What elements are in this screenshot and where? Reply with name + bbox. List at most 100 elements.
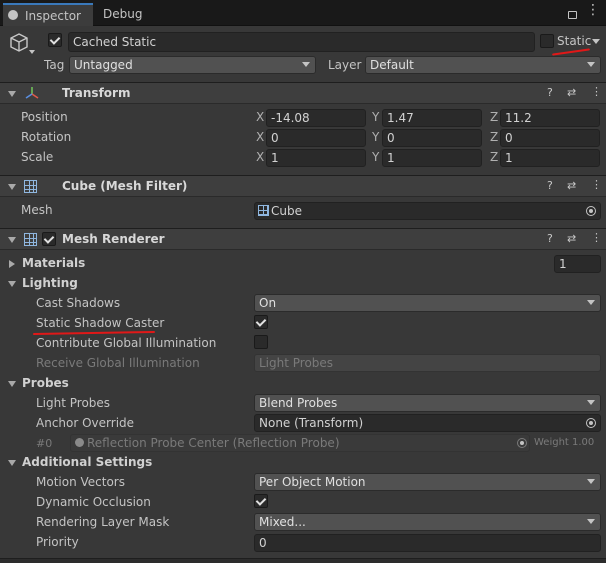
more-options-icon[interactable]: ⋮ bbox=[586, 3, 600, 17]
receive-gi-dropdown: Light Probes bbox=[254, 354, 601, 372]
static-checkbox[interactable] bbox=[540, 34, 554, 48]
component-menu-icon[interactable]: ⋮ bbox=[591, 85, 602, 98]
mesh-filter-icon bbox=[24, 180, 37, 193]
anchor-override-value: None (Transform) bbox=[259, 416, 364, 430]
receive-gi-label: Receive Global Illumination bbox=[36, 356, 200, 370]
mesh-object-field[interactable]: Cube bbox=[254, 202, 601, 220]
priority-field[interactable]: 0 bbox=[254, 534, 601, 552]
rotation-z-field[interactable]: 0 bbox=[500, 129, 600, 147]
mesh-renderer-title: Mesh Renderer bbox=[62, 232, 165, 246]
layer-label: Layer bbox=[328, 58, 362, 72]
rotation-x-label: X bbox=[256, 130, 265, 144]
materials-foldout-icon[interactable] bbox=[9, 260, 15, 268]
mesh-renderer-header[interactable]: Mesh Renderer ? ⇄ ⋮ bbox=[0, 228, 606, 250]
presets-icon[interactable]: ⇄ bbox=[567, 232, 576, 245]
scale-x-field[interactable]: 1 bbox=[266, 149, 366, 167]
position-label: Position bbox=[21, 110, 68, 124]
mesh-filter-foldout-icon[interactable] bbox=[8, 184, 16, 190]
lighting-label[interactable]: Lighting bbox=[22, 276, 78, 290]
scale-label: Scale bbox=[21, 150, 54, 164]
icon-dropdown-arrow[interactable] bbox=[29, 50, 35, 54]
motion-vectors-dropdown[interactable]: Per Object Motion bbox=[254, 473, 601, 491]
component-menu-icon[interactable]: ⋮ bbox=[591, 178, 602, 191]
position-x-label: X bbox=[256, 110, 265, 124]
cast-shadows-dropdown[interactable]: On bbox=[254, 294, 601, 312]
additional-settings-label[interactable]: Additional Settings bbox=[22, 455, 152, 469]
static-label[interactable]: Static bbox=[557, 34, 591, 48]
light-probes-dropdown[interactable]: Blend Probes bbox=[254, 394, 601, 412]
rotation-y-field[interactable]: 0 bbox=[382, 129, 482, 147]
mesh-renderer-enabled-checkbox[interactable] bbox=[42, 232, 56, 246]
scale-y-label: Y bbox=[372, 150, 380, 164]
static-shadow-caster-checkbox[interactable] bbox=[254, 315, 268, 329]
help-icon[interactable]: ? bbox=[547, 179, 553, 192]
transform-foldout-icon[interactable] bbox=[8, 91, 16, 97]
presets-icon[interactable]: ⇄ bbox=[567, 86, 576, 99]
contribute-gi-label: Contribute Global Illumination bbox=[36, 336, 217, 350]
object-picker-icon[interactable] bbox=[586, 206, 596, 216]
annotation-underline-static-shadow-caster bbox=[32, 330, 156, 336]
lock-icon[interactable] bbox=[568, 11, 577, 19]
scale-z-field[interactable]: 1 bbox=[500, 149, 600, 167]
dynamic-occlusion-checkbox[interactable] bbox=[254, 494, 268, 508]
mesh-asset-icon bbox=[258, 205, 269, 216]
probes-label[interactable]: Probes bbox=[22, 376, 69, 390]
tab-inspector-label: Inspector bbox=[25, 9, 81, 23]
object-active-checkbox[interactable] bbox=[48, 33, 62, 47]
rendering-layer-mask-dropdown[interactable]: Mixed... bbox=[254, 513, 601, 531]
position-x-field[interactable]: -14.08 bbox=[266, 109, 366, 127]
contribute-gi-checkbox[interactable] bbox=[254, 335, 268, 349]
mesh-value: Cube bbox=[271, 204, 302, 218]
reflection-probe-field: Reflection Probe Center (Reflection Prob… bbox=[70, 434, 530, 452]
mesh-filter-title: Cube (Mesh Filter) bbox=[62, 179, 188, 193]
motion-vectors-label: Motion Vectors bbox=[36, 475, 125, 489]
tab-debug[interactable]: Debug bbox=[100, 3, 160, 26]
transform-title: Transform bbox=[62, 86, 131, 100]
static-shadow-caster-label: Static Shadow Caster bbox=[36, 316, 165, 330]
cast-shadows-label: Cast Shadows bbox=[36, 296, 121, 310]
mesh-filter-header[interactable]: Cube (Mesh Filter) ? ⇄ ⋮ bbox=[0, 175, 606, 197]
materials-label[interactable]: Materials bbox=[22, 256, 85, 270]
object-picker-icon[interactable] bbox=[586, 418, 596, 428]
position-z-field[interactable]: 11.2 bbox=[500, 109, 600, 127]
probe-index-label: #0 bbox=[36, 437, 53, 450]
mesh-label: Mesh bbox=[21, 203, 53, 217]
presets-icon[interactable]: ⇄ bbox=[567, 179, 576, 192]
mesh-renderer-foldout-icon[interactable] bbox=[8, 237, 16, 243]
additional-settings-foldout-icon[interactable] bbox=[8, 460, 16, 466]
position-z-label: Z bbox=[490, 110, 499, 124]
tab-inspector[interactable]: Inspector bbox=[3, 3, 93, 26]
light-probes-label: Light Probes bbox=[36, 396, 111, 410]
reflection-probe-icon bbox=[75, 438, 84, 447]
mesh-renderer-icon bbox=[24, 233, 37, 246]
materials-count-field[interactable]: 1 bbox=[554, 255, 601, 273]
help-icon[interactable]: ? bbox=[547, 232, 553, 245]
scale-x-label: X bbox=[256, 150, 265, 164]
probes-foldout-icon[interactable] bbox=[8, 381, 16, 387]
position-y-field[interactable]: 1.47 bbox=[382, 109, 482, 127]
transform-header[interactable]: Transform ? ⇄ ⋮ bbox=[0, 82, 606, 104]
tab-debug-label: Debug bbox=[103, 7, 143, 21]
tag-dropdown[interactable]: Untagged bbox=[69, 56, 316, 74]
scale-z-label: Z bbox=[490, 150, 499, 164]
gameobject-cube-icon[interactable] bbox=[8, 32, 28, 52]
component-menu-icon[interactable]: ⋮ bbox=[591, 231, 602, 244]
scale-y-field[interactable]: 1 bbox=[382, 149, 482, 167]
weight-label: Weight 1.00 bbox=[534, 437, 595, 448]
rotation-x-field[interactable]: 0 bbox=[266, 129, 366, 147]
tag-label: Tag bbox=[44, 58, 65, 72]
help-icon[interactable]: ? bbox=[547, 86, 553, 99]
lighting-foldout-icon[interactable] bbox=[8, 281, 16, 287]
anchor-override-label: Anchor Override bbox=[36, 416, 135, 430]
dynamic-occlusion-label: Dynamic Occlusion bbox=[36, 495, 151, 509]
layer-dropdown[interactable]: Default bbox=[365, 56, 601, 74]
position-y-label: Y bbox=[372, 110, 380, 124]
priority-label: Priority bbox=[36, 535, 79, 549]
inspector-icon bbox=[8, 10, 18, 20]
bottom-divider bbox=[0, 558, 606, 563]
object-name-field[interactable]: Cached Static bbox=[68, 32, 535, 52]
reflection-probe-value: Reflection Probe Center (Reflection Prob… bbox=[87, 436, 340, 450]
static-dropdown-arrow[interactable] bbox=[592, 39, 600, 44]
anchor-override-field[interactable]: None (Transform) bbox=[254, 414, 601, 432]
rendering-layer-mask-label: Rendering Layer Mask bbox=[36, 515, 170, 529]
